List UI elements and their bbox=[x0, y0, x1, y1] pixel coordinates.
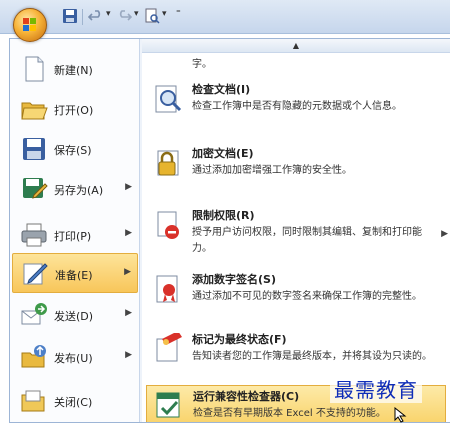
menu-item-new[interactable]: 新建(N) bbox=[12, 49, 138, 89]
mouse-cursor-icon bbox=[394, 407, 407, 423]
submenu-item-restrict-permission[interactable]: 限制权限(R) 授予用户访问权限，同时限制其编辑、复制和打印能力。 ▶ bbox=[146, 205, 448, 263]
menu-item-label: 发送(D) bbox=[54, 310, 94, 323]
inspect-document-icon bbox=[155, 85, 182, 113]
submenu-item-description: 授予用户访问权限，同时限制其编辑、复制和打印能力。 bbox=[192, 227, 422, 254]
open-folder-icon bbox=[21, 102, 48, 120]
submenu-item-description: 通过添加加密增强工作簿的安全性。 bbox=[192, 165, 352, 176]
menu-item-open[interactable]: 打开(O) bbox=[12, 89, 138, 129]
menu-item-label: 打印(P) bbox=[54, 230, 92, 243]
watermark: 最需教育 bbox=[330, 374, 422, 403]
menu-item-save[interactable]: 保存(S) bbox=[12, 129, 138, 169]
submenu-arrow-icon: ▶ bbox=[125, 228, 132, 238]
redo-icon[interactable] bbox=[116, 8, 132, 24]
submenu-arrow-icon: ▶ bbox=[125, 350, 132, 360]
menu-item-prepare[interactable]: 准备(E) ▶ bbox=[12, 253, 138, 293]
submenu-item-description: 通过添加不可见的数字签名来确保工作簿的完整性。 bbox=[192, 291, 422, 302]
redo-dropdown-icon[interactable]: ▾ bbox=[134, 9, 139, 19]
menu-item-label: 准备(E) bbox=[55, 269, 93, 282]
submenu-arrow-icon: ▶ bbox=[441, 229, 448, 239]
submenu-item-description: 告知读者您的工作簿是最终版本，并将其设为只读的。 bbox=[192, 351, 432, 362]
office-button[interactable] bbox=[13, 8, 47, 42]
close-folder-icon bbox=[21, 390, 45, 412]
submenu-item-title: 加密文档(E) bbox=[192, 147, 254, 160]
undo-dropdown-icon[interactable]: ▾ bbox=[106, 9, 111, 19]
menu-item-label: 关闭(C) bbox=[54, 396, 93, 409]
submenu-arrow-icon: ▶ bbox=[124, 267, 131, 277]
submenu-item-title: 限制权限(R) bbox=[192, 209, 255, 222]
send-icon bbox=[21, 303, 47, 325]
save-as-icon bbox=[23, 178, 48, 199]
prepare-submenu: ▲ 字。 检查文档(I) 检查工作簿中是否有隐藏的元数据或个人信息。 加密文档(… bbox=[142, 39, 450, 422]
customize-toolbar-icon[interactable]: ⁼ bbox=[176, 9, 181, 19]
menu-item-close[interactable]: 关闭(C) bbox=[12, 381, 138, 421]
submenu-item-title: 运行兼容性检查器(C) bbox=[193, 390, 300, 403]
submenu-item-title: 添加数字签名(S) bbox=[192, 273, 276, 286]
publish-icon bbox=[21, 345, 46, 368]
title-bar: ▾ ▾ ▾ ⁼ bbox=[0, 0, 450, 34]
save-icon[interactable] bbox=[62, 8, 78, 24]
submenu-arrow-icon: ▶ bbox=[125, 308, 132, 318]
menu-item-publish[interactable]: 发布(U) ▶ bbox=[12, 337, 138, 377]
submenu-item-title: 检查文档(I) bbox=[192, 83, 251, 96]
submenu-arrow-icon: ▶ bbox=[125, 182, 132, 192]
digital-signature-icon bbox=[156, 275, 178, 303]
mark-final-icon bbox=[156, 333, 182, 362]
menu-item-label: 打开(O) bbox=[54, 104, 94, 117]
menu-item-label: 发布(U) bbox=[54, 352, 93, 365]
menu-item-send[interactable]: 发送(D) ▶ bbox=[12, 295, 138, 335]
menu-item-label: 新建(N) bbox=[54, 64, 93, 77]
new-document-icon bbox=[25, 56, 44, 82]
office-menu: 新建(N) 打开(O) 保存(S) 另存为(A) ▶ 打印(P) ▶ 准备(E)… bbox=[9, 38, 450, 423]
scroll-up-button[interactable]: ▲ bbox=[142, 39, 450, 53]
save-disk-icon bbox=[23, 138, 45, 160]
partial-description: 字。 bbox=[192, 59, 212, 70]
print-preview-icon[interactable] bbox=[144, 8, 160, 24]
restrict-permission-icon bbox=[157, 211, 179, 239]
submenu-item-encrypt-document[interactable]: 加密文档(E) 通过添加加密增强工作簿的安全性。 bbox=[146, 143, 446, 187]
menu-item-label: 保存(S) bbox=[54, 144, 92, 157]
menu-item-print[interactable]: 打印(P) ▶ bbox=[12, 215, 138, 255]
submenu-item-add-digital-signature[interactable]: 添加数字签名(S) 通过添加不可见的数字签名来确保工作簿的完整性。 bbox=[146, 269, 446, 327]
office-logo-icon bbox=[23, 18, 36, 31]
encrypt-lock-icon bbox=[157, 150, 179, 176]
compatibility-checker-icon bbox=[156, 392, 180, 418]
printer-icon bbox=[21, 223, 47, 247]
preview-dropdown-icon[interactable]: ▾ bbox=[162, 9, 167, 19]
submenu-item-description: 检查工作簿中是否有隐藏的元数据或个人信息。 bbox=[192, 101, 402, 112]
submenu-item-title: 标记为最终状态(F) bbox=[192, 333, 287, 346]
menu-item-label: 另存为(A) bbox=[54, 184, 104, 197]
left-menu: 新建(N) 打开(O) 保存(S) 另存为(A) ▶ 打印(P) ▶ 准备(E)… bbox=[10, 39, 140, 422]
toolbar-separator bbox=[82, 9, 83, 25]
menu-item-save-as[interactable]: 另存为(A) ▶ bbox=[12, 169, 138, 209]
submenu-item-inspect-document[interactable]: 检查文档(I) 检查工作簿中是否有隐藏的元数据或个人信息。 bbox=[146, 79, 446, 135]
prepare-icon bbox=[23, 263, 48, 285]
undo-icon[interactable] bbox=[88, 8, 104, 24]
